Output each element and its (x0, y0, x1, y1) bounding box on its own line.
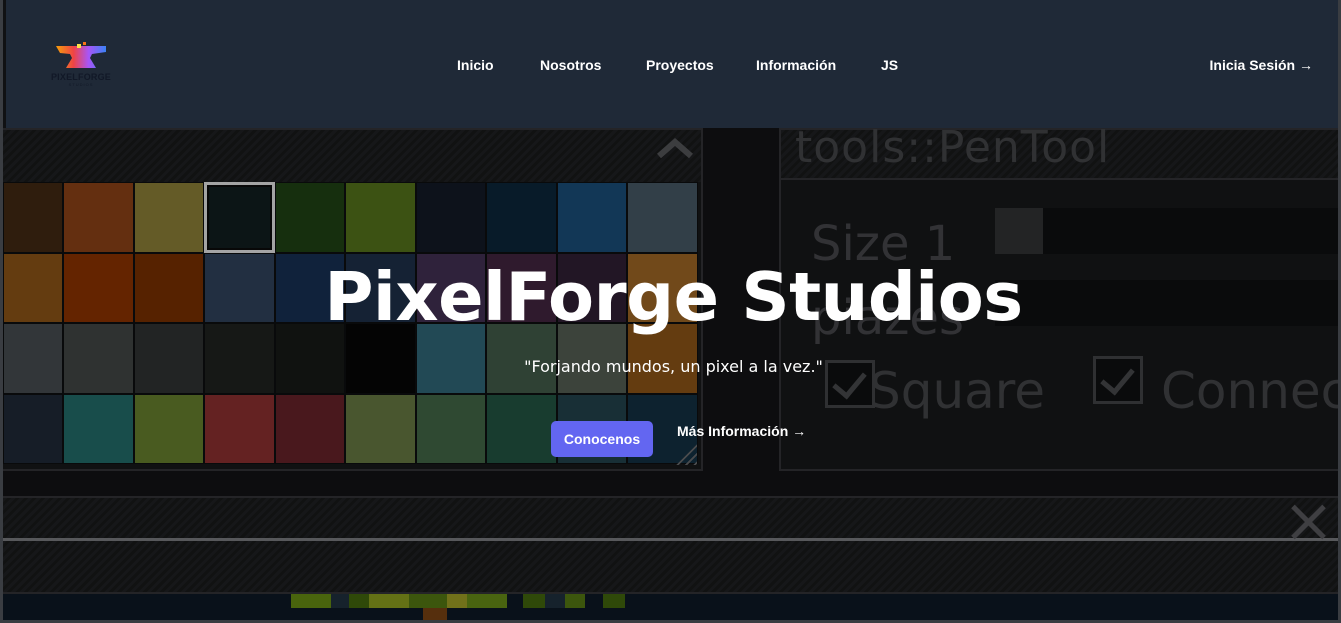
nav-link-js[interactable]: JS (881, 57, 898, 73)
brand-logo[interactable]: PIXELFORGE STUDIOS (50, 42, 112, 90)
more-info-link[interactable]: Más Información → (677, 423, 806, 439)
hero-title: PixelForge Studios (324, 258, 1023, 336)
conocenos-button[interactable]: Conocenos (551, 421, 653, 457)
nav-link-informacion[interactable]: Información (756, 57, 836, 73)
nav-link-proyectos[interactable]: Proyectos (646, 57, 714, 73)
nav-link-nosotros[interactable]: Nosotros (540, 57, 601, 73)
brand-subtitle: STUDIOS (68, 82, 94, 87)
anvil-logo-icon (56, 42, 106, 68)
nav-link-inicio[interactable]: Inicio (457, 57, 494, 73)
brand-name: PIXELFORGE (50, 72, 111, 82)
top-navbar: PIXELFORGE STUDIOS Inicio Nosotros Proye… (6, 0, 1338, 128)
hero-subtitle: "Forjando mundos, un pixel a la vez." (524, 357, 823, 376)
login-link[interactable]: Inicia Sesión → (1210, 57, 1313, 73)
browser-viewport: tools::PenTool Size 1 piazes Square Conn… (0, 0, 1341, 623)
